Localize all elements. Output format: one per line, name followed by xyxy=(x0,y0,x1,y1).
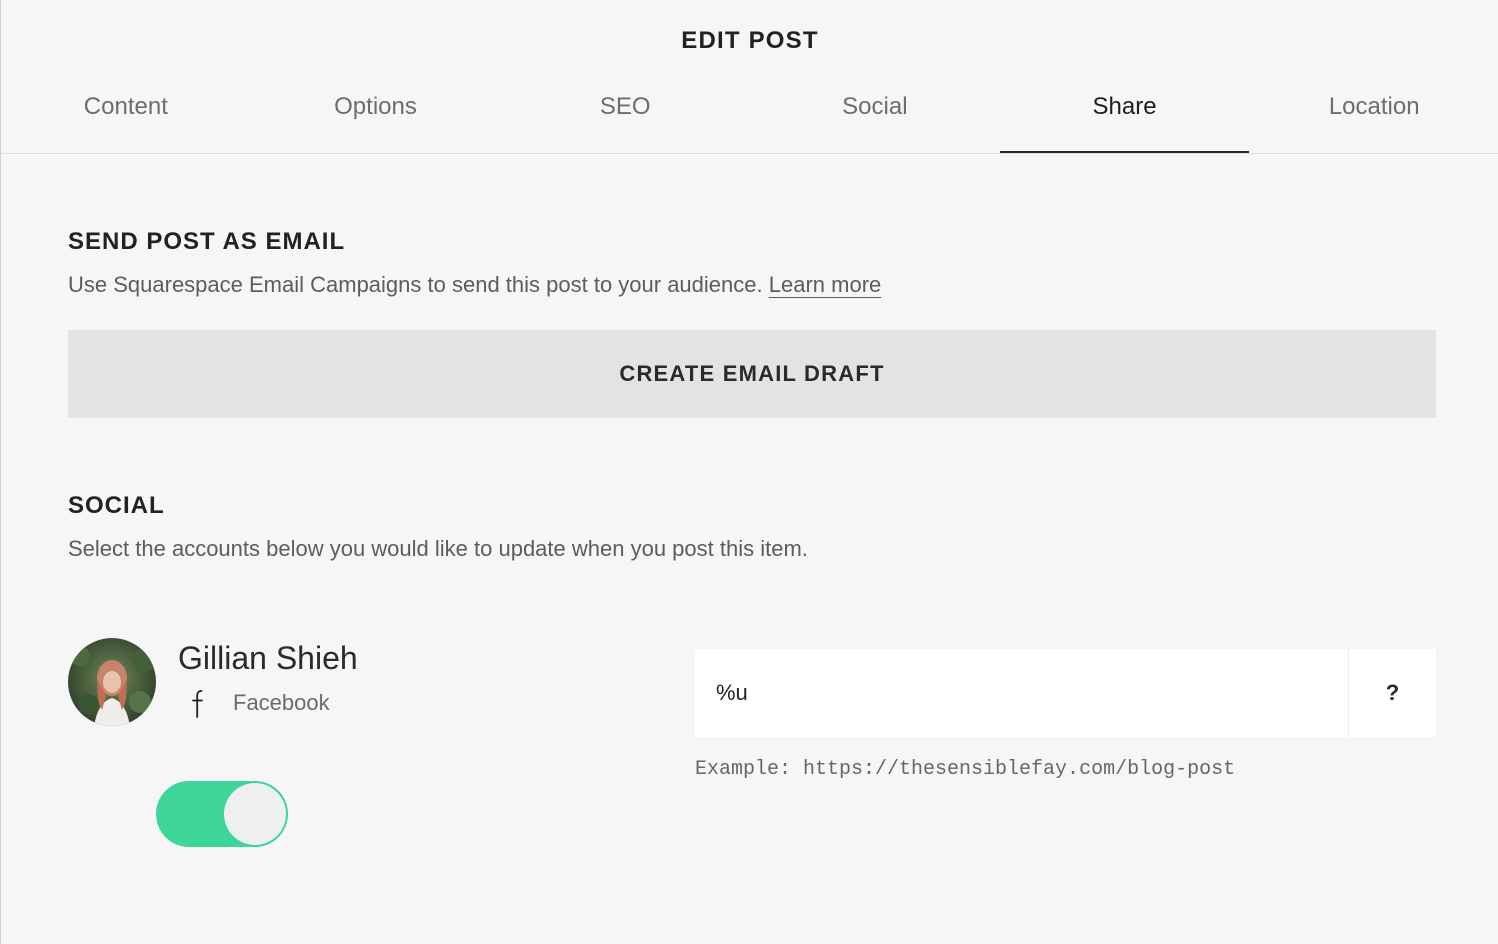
account-enabled-toggle[interactable] xyxy=(156,781,288,847)
account-name: Gillian Shieh xyxy=(178,640,358,676)
facebook-icon xyxy=(192,690,203,718)
toggle-knob xyxy=(224,783,286,845)
social-section-description: Select the accounts below you would like… xyxy=(68,536,808,561)
edit-post-panel: EDIT POST Content Options SEO Social Sha… xyxy=(0,0,1498,944)
email-description-text: Use Squarespace Email Campaigns to send … xyxy=(68,272,763,297)
create-email-draft-button[interactable]: CREATE EMAIL DRAFT xyxy=(68,330,1436,418)
avatar-photo xyxy=(68,638,156,726)
tab-location[interactable]: Location xyxy=(1249,76,1498,153)
email-section-heading: SEND POST AS EMAIL xyxy=(68,228,346,255)
tab-seo[interactable]: SEO xyxy=(500,76,750,153)
tab-social[interactable]: Social xyxy=(750,76,1000,153)
tab-options[interactable]: Options xyxy=(251,76,501,153)
tab-bar: Content Options SEO Social Share Locatio… xyxy=(1,76,1498,154)
tab-content[interactable]: Content xyxy=(1,76,251,153)
tab-share[interactable]: Share xyxy=(999,76,1250,153)
email-section-description: Use Squarespace Email Campaigns to send … xyxy=(68,272,881,298)
post-format-input[interactable] xyxy=(695,649,1348,737)
learn-more-link[interactable]: Learn more xyxy=(769,272,882,297)
format-help-button[interactable]: ? xyxy=(1348,649,1436,737)
account-network-label: Facebook xyxy=(233,690,330,715)
avatar xyxy=(68,638,156,726)
post-format-field: ? xyxy=(695,649,1436,737)
social-section-heading: SOCIAL xyxy=(68,492,165,519)
dialog-title: EDIT POST xyxy=(681,27,819,54)
format-example-text: Example: https://thesensiblefay.com/blog… xyxy=(695,758,1236,781)
